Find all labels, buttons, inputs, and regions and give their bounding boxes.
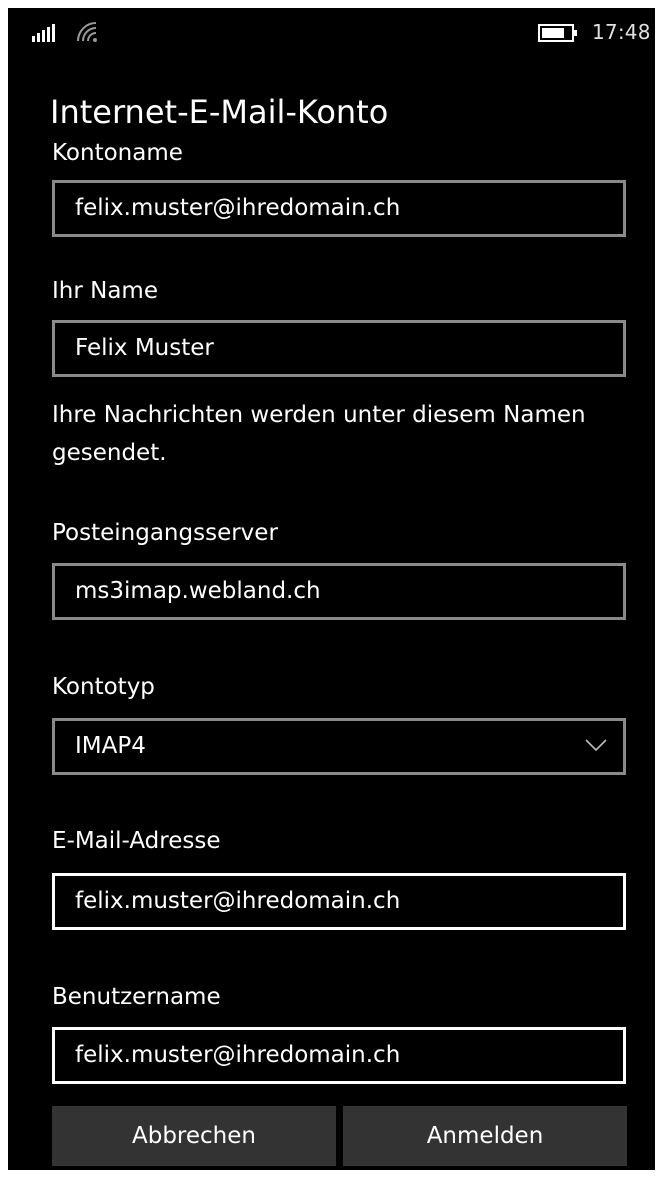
your-name-label: Ihr Name [52,278,158,304]
signal-bars-icon [32,24,55,42]
page-title: Internet-E-Mail-Konto [50,93,389,131]
email-address-input[interactable]: felix.muster@ihredomain.ch [52,873,626,930]
your-name-hint: Ihre Nachrichten werden unter diesem Nam… [52,402,586,466]
clock: 17:48 [592,20,651,44]
your-name-input[interactable]: Felix Muster [52,320,626,377]
incoming-server-input[interactable]: ms3imap.webland.ch [52,563,626,620]
username-label: Benutzername [52,984,221,1010]
account-name-label: Kontoname [52,140,183,166]
battery-icon [538,24,577,42]
username-input[interactable]: felix.muster@ihredomain.ch [52,1027,626,1084]
account-type-label: Kontotyp [52,674,155,700]
cancel-button[interactable]: Abbrechen [52,1106,336,1166]
chevron-down-icon [585,739,607,752]
email-address-label: E-Mail-Adresse [52,828,221,854]
incoming-server-label: Posteingangsserver [52,520,278,546]
sign-in-button[interactable]: Anmelden [343,1106,627,1166]
phone-screen: 17:48 Internet-E-Mail-Konto Kontoname fe… [8,8,655,1170]
account-type-selected: IMAP4 [75,733,146,759]
wifi-icon [77,22,97,42]
account-type-select[interactable]: IMAP4 [52,718,626,775]
status-bar: 17:48 [8,8,655,54]
account-name-input[interactable]: felix.muster@ihredomain.ch [52,180,626,237]
